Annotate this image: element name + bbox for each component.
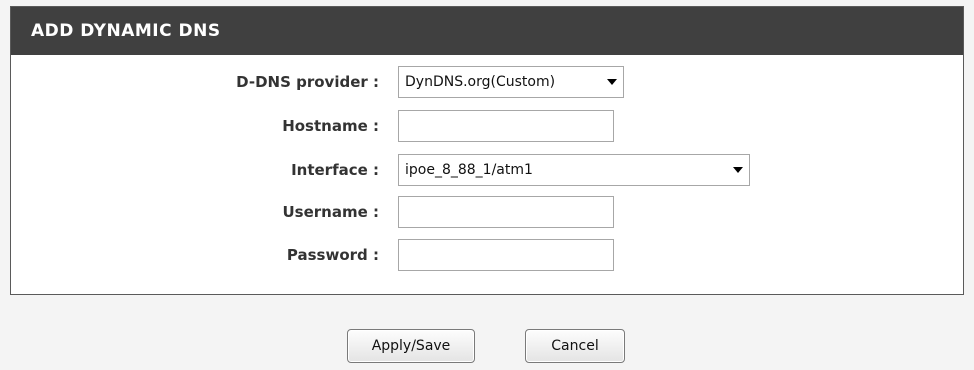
panel-header: ADD DYNAMIC DNS [11,7,963,55]
page: ADD DYNAMIC DNS D-DNS provider : DynDNS.… [0,0,974,370]
panel-title: ADD DYNAMIC DNS [31,21,221,41]
hostname-row: Hostname : [11,110,963,142]
cancel-button[interactable]: Cancel [525,329,625,363]
interface-select-value: ipoe_8_88_1/atm1 [405,162,533,178]
username-label: Username : [282,203,379,221]
provider-select[interactable]: DynDNS.org(Custom) [398,66,624,98]
hostname-input[interactable] [398,110,614,142]
hostname-label: Hostname : [282,117,379,135]
chevron-down-icon [727,155,749,185]
apply-save-button[interactable]: Apply/Save [347,329,475,363]
interface-label: Interface : [291,161,379,179]
username-row: Username : [11,196,963,228]
password-row: Password : [11,239,963,271]
add-dynamic-dns-panel: ADD DYNAMIC DNS D-DNS provider : DynDNS.… [10,6,964,295]
password-label: Password : [286,246,379,264]
password-input[interactable] [398,239,614,271]
provider-row: D-DNS provider : DynDNS.org(Custom) [11,66,963,98]
chevron-down-icon [601,67,623,97]
interface-row: Interface : ipoe_8_88_1/atm1 [11,154,963,186]
interface-select[interactable]: ipoe_8_88_1/atm1 [398,154,750,186]
provider-label: D-DNS provider : [236,73,379,91]
provider-select-value: DynDNS.org(Custom) [405,74,556,90]
username-input[interactable] [398,196,614,228]
